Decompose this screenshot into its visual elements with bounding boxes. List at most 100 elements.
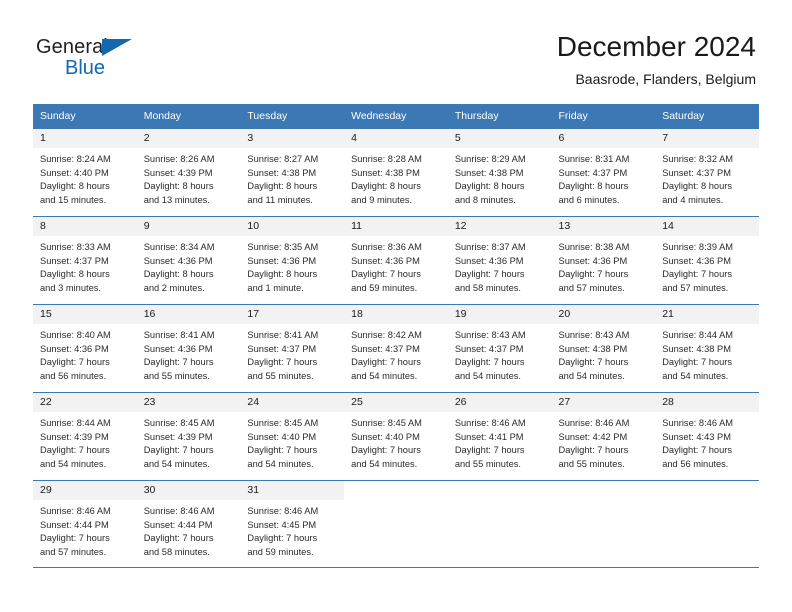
sunset-text: Sunset: 4:36 PM xyxy=(558,255,628,266)
day-cell[interactable]: 27 Sunrise: 8:46 AM Sunset: 4:42 PM Dayligh… xyxy=(551,392,656,480)
daylight-text-line2: and 6 minutes. xyxy=(558,195,620,206)
day-number: 29 xyxy=(33,481,137,500)
day-cell[interactable]: 11 Sunrise: 8:36 AM Sunset: 4:36 PM Dayligh… xyxy=(344,216,448,304)
daylight-text-line1: Daylight: 7 hours xyxy=(454,269,525,280)
day-details: Sunrise: 8:38 AM Sunset: 4:36 PM Daylight:… xyxy=(552,236,656,296)
day-details: Sunrise: 8:37 AM Sunset: 4:36 PM Daylight:… xyxy=(448,236,552,296)
sunrise-text: Sunrise: 8:45 AM xyxy=(143,418,215,428)
day-details: Sunrise: 8:40 AM Sunset: 4:36 PM Daylight:… xyxy=(33,324,137,384)
day-number xyxy=(447,481,552,500)
day-cell[interactable]: 12 Sunrise: 8:37 AM Sunset: 4:36 PM Dayligh… xyxy=(447,216,552,304)
daylight-text-line2: and 55 minutes. xyxy=(247,371,314,382)
day-number: 24 xyxy=(240,393,345,412)
sunrise-text: Sunrise: 8:41 AM xyxy=(143,330,215,340)
sunset-text: Sunset: 4:40 PM xyxy=(247,431,317,442)
day-cell[interactable]: 9 Sunrise: 8:34 AM Sunset: 4:36 PM Daylight… xyxy=(136,216,241,304)
day-cell[interactable]: 10 Sunrise: 8:35 AM Sunset: 4:36 PM Dayligh… xyxy=(240,216,345,304)
day-cell[interactable]: 2 Sunrise: 8:26 AM Sunset: 4:39 PM Daylight… xyxy=(136,128,241,216)
day-cell[interactable]: 21 Sunrise: 8:44 AM Sunset: 4:38 PM Dayligh… xyxy=(655,304,759,392)
day-cell-empty xyxy=(551,480,656,568)
sunrise-text: Sunrise: 8:24 AM xyxy=(40,154,111,164)
day-cell[interactable]: 8 Sunrise: 8:33 AM Sunset: 4:37 PM Daylight… xyxy=(33,216,137,304)
daylight-text-line1: Daylight: 8 hours xyxy=(143,269,214,280)
calendar-body: 1 Sunrise: 8:24 AM Sunset: 4:40 PM Daylight… xyxy=(33,128,759,568)
daylight-text-line1: Daylight: 8 hours xyxy=(40,269,110,280)
sunset-text: Sunset: 4:38 PM xyxy=(454,167,524,178)
day-cell[interactable]: 22 Sunrise: 8:44 AM Sunset: 4:39 PM Dayligh… xyxy=(33,392,137,480)
daylight-text-line2: and 54 minutes. xyxy=(454,371,521,382)
day-cell[interactable]: 16 Sunrise: 8:41 AM Sunset: 4:36 PM Dayligh… xyxy=(136,304,241,392)
day-number: 14 xyxy=(655,217,759,236)
weekday-header-tuesday: Tuesday xyxy=(240,104,345,128)
day-cell[interactable]: 17 Sunrise: 8:41 AM Sunset: 4:37 PM Dayligh… xyxy=(240,304,345,392)
day-cell[interactable]: 25 Sunrise: 8:45 AM Sunset: 4:40 PM Dayligh… xyxy=(344,392,448,480)
sunrise-text: Sunrise: 8:45 AM xyxy=(247,418,319,428)
daylight-text-line1: Daylight: 8 hours xyxy=(40,181,110,192)
daylight-text-line1: Daylight: 7 hours xyxy=(662,269,732,280)
day-number xyxy=(344,481,448,500)
day-cell[interactable]: 4 Sunrise: 8:28 AM Sunset: 4:38 PM Daylight… xyxy=(344,128,448,216)
daylight-text-line2: and 56 minutes. xyxy=(40,371,107,382)
daylight-text-line1: Daylight: 7 hours xyxy=(143,357,214,368)
sunset-text: Sunset: 4:37 PM xyxy=(662,167,731,178)
daylight-text-line1: Daylight: 7 hours xyxy=(454,357,525,368)
day-details: Sunrise: 8:36 AM Sunset: 4:36 PM Daylight:… xyxy=(344,236,448,296)
day-cell[interactable]: 20 Sunrise: 8:43 AM Sunset: 4:38 PM Dayligh… xyxy=(551,304,656,392)
day-cell[interactable]: 23 Sunrise: 8:45 AM Sunset: 4:39 PM Dayligh… xyxy=(136,392,241,480)
day-cell[interactable]: 1 Sunrise: 8:24 AM Sunset: 4:40 PM Daylight… xyxy=(33,128,137,216)
day-details: Sunrise: 8:44 AM Sunset: 4:38 PM Daylight:… xyxy=(655,324,759,384)
day-details: Sunrise: 8:46 AM Sunset: 4:41 PM Daylight:… xyxy=(448,412,552,472)
daylight-text-line2: and 55 minutes. xyxy=(558,459,625,470)
day-details xyxy=(655,500,759,505)
sunrise-text: Sunrise: 8:26 AM xyxy=(143,154,215,164)
daylight-text-line1: Daylight: 7 hours xyxy=(40,357,110,368)
sunset-text: Sunset: 4:40 PM xyxy=(351,431,420,442)
weekday-header-saturday: Saturday xyxy=(655,104,759,128)
sunset-text: Sunset: 4:40 PM xyxy=(40,167,109,178)
day-details: Sunrise: 8:45 AM Sunset: 4:40 PM Daylight:… xyxy=(344,412,448,472)
sunrise-text: Sunrise: 8:36 AM xyxy=(351,242,422,252)
day-number: 7 xyxy=(655,129,759,148)
day-number: 30 xyxy=(136,481,241,500)
sunrise-text: Sunrise: 8:32 AM xyxy=(662,154,734,164)
daylight-text-line1: Daylight: 8 hours xyxy=(247,181,318,192)
day-details: Sunrise: 8:31 AM Sunset: 4:37 PM Daylight:… xyxy=(552,148,656,208)
day-cell[interactable]: 6 Sunrise: 8:31 AM Sunset: 4:37 PM Daylight… xyxy=(551,128,656,216)
sunset-text: Sunset: 4:38 PM xyxy=(247,167,317,178)
daylight-text-line2: and 54 minutes. xyxy=(247,459,314,470)
day-cell[interactable]: 24 Sunrise: 8:45 AM Sunset: 4:40 PM Dayligh… xyxy=(240,392,345,480)
sunrise-text: Sunrise: 8:31 AM xyxy=(558,154,630,164)
sunrise-text: Sunrise: 8:46 AM xyxy=(662,418,734,428)
day-cell[interactable]: 7 Sunrise: 8:32 AM Sunset: 4:37 PM Daylight… xyxy=(655,128,759,216)
daylight-text-line1: Daylight: 8 hours xyxy=(143,181,214,192)
daylight-text-line2: and 8 minutes. xyxy=(454,195,516,206)
daylight-text-line2: and 59 minutes. xyxy=(247,547,314,558)
day-cell[interactable]: 30 Sunrise: 8:46 AM Sunset: 4:44 PM Dayligh… xyxy=(136,480,241,568)
sunrise-text: Sunrise: 8:46 AM xyxy=(247,506,319,516)
daylight-text-line1: Daylight: 7 hours xyxy=(40,533,110,544)
daylight-text-line1: Daylight: 7 hours xyxy=(40,445,110,456)
day-cell[interactable]: 5 Sunrise: 8:29 AM Sunset: 4:38 PM Daylight… xyxy=(447,128,552,216)
sunrise-text: Sunrise: 8:27 AM xyxy=(247,154,319,164)
day-cell[interactable]: 28 Sunrise: 8:46 AM Sunset: 4:43 PM Dayligh… xyxy=(655,392,759,480)
day-cell[interactable]: 15 Sunrise: 8:40 AM Sunset: 4:36 PM Dayligh… xyxy=(33,304,137,392)
day-details: Sunrise: 8:45 AM Sunset: 4:39 PM Daylight:… xyxy=(137,412,241,472)
day-cell[interactable]: 3 Sunrise: 8:27 AM Sunset: 4:38 PM Daylight… xyxy=(240,128,345,216)
day-cell[interactable]: 13 Sunrise: 8:38 AM Sunset: 4:36 PM Dayligh… xyxy=(551,216,656,304)
day-cell[interactable]: 14 Sunrise: 8:39 AM Sunset: 4:36 PM Dayligh… xyxy=(655,216,759,304)
day-details: Sunrise: 8:34 AM Sunset: 4:36 PM Daylight:… xyxy=(137,236,241,296)
sunrise-text: Sunrise: 8:43 AM xyxy=(454,330,526,340)
day-details: Sunrise: 8:46 AM Sunset: 4:43 PM Daylight:… xyxy=(655,412,759,472)
daylight-text-line1: Daylight: 8 hours xyxy=(558,181,629,192)
sunrise-text: Sunrise: 8:44 AM xyxy=(40,418,111,428)
sunrise-text: Sunrise: 8:28 AM xyxy=(351,154,422,164)
day-cell[interactable]: 19 Sunrise: 8:43 AM Sunset: 4:37 PM Dayligh… xyxy=(447,304,552,392)
sunset-text: Sunset: 4:39 PM xyxy=(143,167,213,178)
day-cell[interactable]: 26 Sunrise: 8:46 AM Sunset: 4:41 PM Dayligh… xyxy=(447,392,552,480)
day-cell[interactable]: 31 Sunrise: 8:46 AM Sunset: 4:45 PM Dayligh… xyxy=(240,480,345,568)
sunset-text: Sunset: 4:45 PM xyxy=(247,519,317,530)
day-details: Sunrise: 8:32 AM Sunset: 4:37 PM Daylight:… xyxy=(655,148,759,208)
day-cell[interactable]: 29 Sunrise: 8:46 AM Sunset: 4:44 PM Dayligh… xyxy=(33,480,137,568)
daylight-text-line2: and 59 minutes. xyxy=(351,283,418,294)
day-cell[interactable]: 18 Sunrise: 8:42 AM Sunset: 4:37 PM Dayligh… xyxy=(344,304,448,392)
